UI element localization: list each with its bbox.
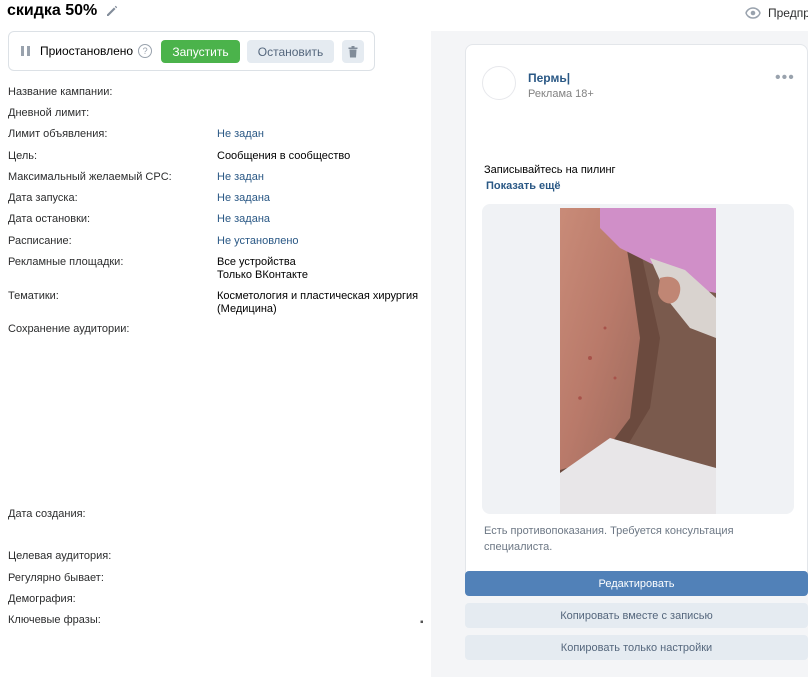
help-icon[interactable]: ? (138, 44, 153, 58)
topics-line-2: (Медицина) (217, 303, 277, 315)
prop-label-audience-saving: Сохранение аудитории: (8, 323, 130, 335)
prop-label-key-phrases: Ключевые фразы: (8, 614, 101, 626)
start-button[interactable]: Запустить (161, 40, 240, 63)
campaign-title: скидка 50% (7, 2, 98, 19)
prop-label-schedule: Расписание: (8, 235, 72, 247)
eye-icon (745, 7, 761, 19)
pause-icon (21, 46, 31, 56)
more-icon[interactable]: ••• (775, 69, 795, 87)
pencil-icon[interactable] (105, 4, 119, 18)
scroll-mark-icon: ▪ (420, 617, 424, 628)
copy-settings-button[interactable]: Копировать только настройки (465, 635, 808, 660)
stop-button[interactable]: Остановить (247, 40, 334, 63)
preview-label: Предпр (768, 6, 808, 20)
page-title: скидка 50% (7, 2, 119, 20)
group-name[interactable]: Пермь| (528, 71, 570, 85)
prop-label-created-date: Дата создания: (8, 508, 86, 520)
edit-button[interactable]: Редактировать (465, 571, 808, 596)
post-photo (560, 208, 716, 514)
prop-value-max-cpc: Не задан (217, 171, 264, 183)
placements-line-2: Только ВКонтакте (217, 269, 308, 281)
prop-label-goal: Цель: (8, 150, 38, 162)
status-text: Приостановлено (40, 44, 134, 58)
prop-value-start-date: Не задана (217, 192, 271, 204)
prop-value-stop-date: Не задана (217, 213, 271, 225)
prop-label-daily-limit: Дневной лимит: (8, 107, 90, 119)
prop-value-schedule: Не установлено (217, 235, 299, 247)
preview-link[interactable]: Предпр (745, 6, 808, 20)
prop-label-demography: Демография: (8, 593, 76, 605)
copy-with-post-button[interactable]: Копировать вместе с записью (465, 603, 808, 628)
disclaimer-text: Есть противопоказания. Требуется консуль… (484, 525, 734, 553)
placements-line-1: Все устройства (217, 256, 296, 268)
prop-label-start-date: Дата запуска: (8, 192, 78, 204)
topics-line-1: Косметология и пластическая хирургия (217, 290, 419, 302)
post-image-frame[interactable] (482, 204, 794, 514)
prop-label-ad-limit: Лимит объявления: (8, 128, 108, 140)
prop-label-regularly-visits: Регулярно бывает: (8, 572, 104, 584)
status-box: Приостановлено ? Запустить Остановить (8, 31, 375, 71)
avatar[interactable] (482, 66, 516, 100)
prop-label-target-audience: Целевая аудитория: (8, 550, 112, 562)
prop-label-topics: Тематики: (8, 290, 59, 302)
prop-label-max-cpc: Максимальный желаемый CPC: (8, 171, 172, 183)
trash-icon (348, 45, 358, 57)
show-more-link[interactable]: Показать ещё (486, 180, 561, 192)
prop-label-campaign-name: Название кампании: (8, 86, 113, 98)
prop-value-goal: Сообщения в сообщество (217, 150, 351, 162)
prop-value-ad-limit: Не задан (217, 128, 264, 140)
prop-value-topics: Косметология и пластическая хирургия (Ме… (217, 290, 418, 316)
delete-button[interactable] (342, 40, 364, 63)
prop-label-placements: Рекламные площадки: (8, 256, 124, 268)
prop-label-stop-date: Дата остановки: (8, 213, 91, 225)
prop-value-placements: Все устройства Только ВКонтакте (217, 256, 308, 282)
ad-preview-panel: Пермь| Реклама 18+ ••• Записывайтесь на … (431, 31, 808, 677)
post-text: Записывайтесь на пилинг (484, 164, 616, 176)
post-preview-card: Пермь| Реклама 18+ ••• Записывайтесь на … (465, 44, 808, 596)
ad-label: Реклама 18+ (528, 88, 594, 100)
